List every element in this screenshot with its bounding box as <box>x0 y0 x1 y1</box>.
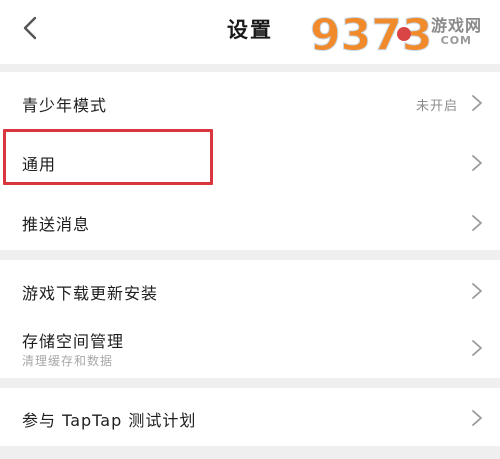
chevron-right-icon <box>472 410 482 426</box>
watermark-logo: 9373 游戏网 COM <box>308 4 494 62</box>
row-label: 参与 TapTap 测试计划 <box>22 411 197 430</box>
chevron-right-icon <box>472 283 482 299</box>
chevron-right-icon <box>472 215 482 231</box>
watermark-number: 9373 <box>310 10 432 60</box>
row-label: 青少年模式 <box>22 96 108 115</box>
row-push-messages[interactable]: 推送消息 <box>0 192 500 250</box>
watermark-sub: COM <box>440 34 472 47</box>
row-game-download[interactable]: 游戏下载更新安装 <box>0 260 500 318</box>
top-bar: 设置 9373 游戏网 COM <box>0 0 500 64</box>
row-value: 未开启 <box>415 99 458 114</box>
row-label: 存储空间管理 <box>22 332 125 351</box>
chevron-right-icon <box>472 155 482 171</box>
watermark-text: 游戏网 <box>430 16 482 35</box>
settings-group-3: 参与 TapTap 测试计划 <box>0 388 500 446</box>
row-sublabel: 清理缓存和数据 <box>22 354 114 368</box>
chevron-right-icon <box>472 340 482 356</box>
settings-group-2: 游戏下载更新安装 存储空间管理 清理缓存和数据 <box>0 260 500 378</box>
row-storage[interactable]: 存储空间管理 清理缓存和数据 <box>0 318 500 378</box>
highlight-box <box>3 129 213 185</box>
row-label: 游戏下载更新安装 <box>22 284 159 303</box>
row-taptap-test[interactable]: 参与 TapTap 测试计划 <box>0 388 500 446</box>
row-youth-mode[interactable]: 青少年模式 未开启 <box>0 72 500 134</box>
row-label: 推送消息 <box>22 215 91 234</box>
chevron-right-icon <box>472 95 482 111</box>
